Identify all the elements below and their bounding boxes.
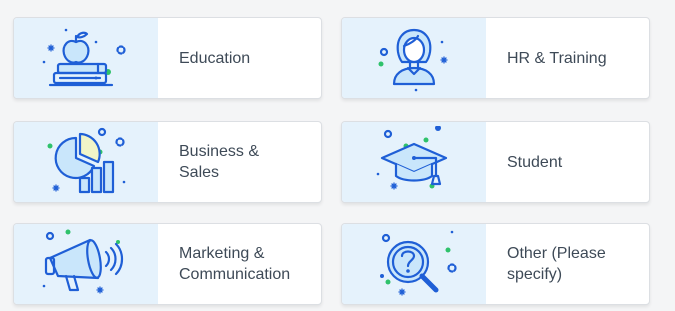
category-card-business-sales[interactable]: Business & Sales [13,121,322,203]
person-icon [378,28,448,92]
icon-panel [342,122,486,202]
category-card-hr-training[interactable]: HR & Training [341,17,650,99]
icon-panel [14,224,158,304]
apple-books-icon [42,28,126,87]
category-card-education[interactable]: Education [13,17,322,99]
megaphone-icon [42,229,124,294]
category-label: HR & Training [507,49,607,67]
category-label: Student [507,153,563,171]
category-grid: Education HR & Training Business & Sales… [0,0,675,311]
icon-panel [342,18,486,98]
category-label: Marketing & Communication [179,245,291,283]
question-magnifier-icon [380,230,457,296]
category-label: Business & Sales [179,143,260,181]
category-card-other[interactable]: Other (Please specify) [341,223,650,305]
icon-panel [14,18,158,98]
graduation-cap-icon [376,126,448,190]
category-label: Other (Please specify) [507,245,606,283]
icon-panel [342,224,486,304]
pie-bar-chart-icon [47,127,126,194]
category-label: Education [179,49,251,67]
icon-panel [14,122,158,202]
category-card-marketing-communication[interactable]: Marketing & Communication [13,223,322,305]
category-card-student[interactable]: Student [341,121,650,203]
